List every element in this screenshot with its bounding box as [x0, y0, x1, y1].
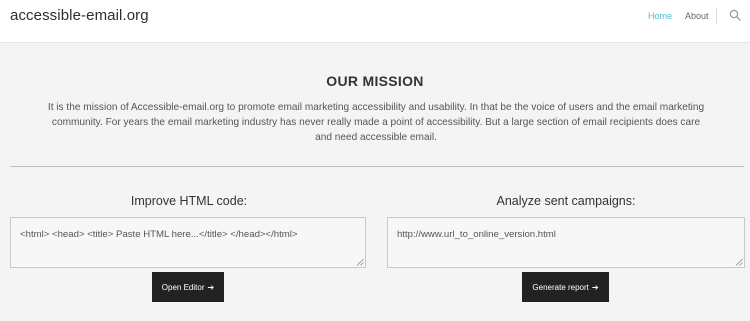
arrow-right-icon: ➔: [207, 282, 215, 292]
campaign-url-input[interactable]: http://www.url_to_online_version.html: [387, 217, 745, 268]
mission-text-line: and need accessible email.: [315, 132, 437, 143]
arrow-right-icon: ➔: [591, 282, 599, 292]
mission-text-line: It is the mission of Accessible-email.or…: [47, 102, 705, 113]
search-icon[interactable]: [729, 9, 741, 21]
mission-text-line: community. For years the email marketing…: [51, 117, 701, 128]
nav-divider: [716, 8, 717, 24]
resize-handle-icon[interactable]: [735, 258, 743, 266]
nav-home-link[interactable]: Home: [648, 11, 672, 21]
open-editor-button[interactable]: Open Editor ➔: [152, 272, 224, 302]
html-code-placeholder: <html> <head> <title> Paste HTML here...…: [20, 229, 298, 240]
generate-report-label: Generate report: [532, 282, 589, 292]
site-logo[interactable]: accessible-email.org: [10, 7, 149, 24]
html-code-input[interactable]: <html> <head> <title> Paste HTML here...…: [10, 217, 366, 268]
campaign-url-placeholder: http://www.url_to_online_version.html: [397, 229, 556, 240]
section-divider: [10, 166, 744, 167]
nav-about-link[interactable]: About: [685, 11, 709, 21]
generate-report-button[interactable]: Generate report ➔: [522, 272, 609, 302]
open-editor-label: Open Editor: [161, 282, 205, 292]
mission-title: OUR MISSION: [326, 73, 424, 89]
analyze-campaigns-title: Analyze sent campaigns:: [496, 194, 636, 208]
site-header: accessible-email.org Home About: [0, 0, 750, 43]
resize-handle-icon[interactable]: [356, 258, 364, 266]
mission-text: It is the mission of Accessible-email.or…: [10, 100, 742, 145]
improve-html-title: Improve HTML code:: [130, 194, 248, 208]
